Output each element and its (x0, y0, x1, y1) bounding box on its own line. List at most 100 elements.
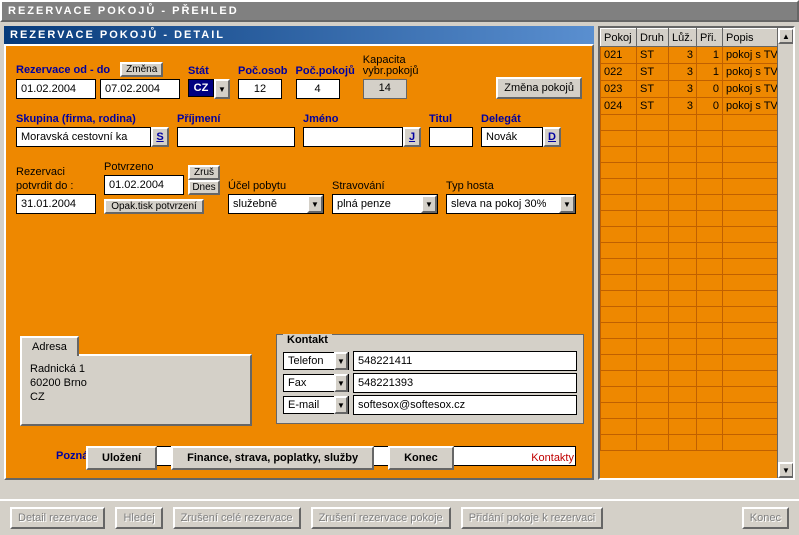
capacity-value: 14 (363, 79, 407, 99)
table-row[interactable] (601, 371, 793, 387)
change-dates-button[interactable]: Změna (120, 62, 163, 77)
table-row[interactable] (601, 419, 793, 435)
group-input[interactable] (16, 127, 151, 147)
vertical-scrollbar[interactable]: ▲ ▼ (777, 28, 793, 478)
delegate-input[interactable] (481, 127, 543, 147)
today-button[interactable]: Dnes (188, 180, 220, 195)
group-label: Skupina (firma, rodina) (16, 113, 169, 125)
email-input[interactable] (353, 395, 577, 415)
confirmed-label: Potvrzeno (104, 161, 184, 173)
date-from-input[interactable] (16, 79, 96, 99)
table-row[interactable] (601, 131, 793, 147)
table-row[interactable] (601, 147, 793, 163)
room-table[interactable]: PokojDruhLůž.Při.Popis 021ST31pokoj s TV… (600, 28, 793, 451)
stat-label: Stát (188, 65, 230, 77)
table-row[interactable] (601, 323, 793, 339)
footer-search-button[interactable]: Hledej (115, 507, 162, 529)
table-row[interactable] (601, 307, 793, 323)
table-row[interactable] (601, 195, 793, 211)
table-header[interactable]: Lůž. (669, 29, 697, 47)
chevron-down-icon[interactable]: ▼ (307, 195, 323, 213)
table-row[interactable] (601, 275, 793, 291)
change-rooms-button[interactable]: Změna pokojů (496, 77, 582, 99)
guest-type-select[interactable]: sleva na pokoj 30% ▼ (446, 194, 576, 214)
table-row[interactable] (601, 339, 793, 355)
table-row[interactable] (601, 435, 793, 451)
name-label: Jméno (303, 113, 421, 125)
table-row[interactable] (601, 403, 793, 419)
confirm-date-input[interactable] (16, 194, 96, 214)
rooms-input[interactable] (296, 79, 340, 99)
capacity-label2: vybr.pokojů (363, 65, 419, 77)
footer-cancel-all-button[interactable]: Zrušení celé rezervace (173, 507, 301, 529)
finance-button[interactable]: Finance, strava, poplatky, služby (171, 446, 374, 470)
save-button[interactable]: Uložení (86, 446, 157, 470)
address-line2: 60200 Brno (30, 376, 242, 390)
chevron-down-icon[interactable]: ▼ (421, 195, 437, 213)
confirm-label2: potvrdit do : (16, 180, 96, 192)
chevron-down-icon[interactable]: ▼ (334, 352, 348, 370)
title-label: Titul (429, 113, 473, 125)
table-row[interactable] (601, 227, 793, 243)
rooms-label: Poč.pokojů (296, 65, 355, 77)
group-s-button[interactable]: S (151, 127, 169, 147)
title-input[interactable] (429, 127, 473, 147)
delegate-d-button[interactable]: D (543, 127, 561, 147)
table-row[interactable]: 021ST31pokoj s TV, s (601, 47, 793, 64)
contact-panel: Kontakt Telefon▼ Fax▼ E-mail▼ (276, 334, 584, 424)
phone-input[interactable] (353, 351, 577, 371)
table-row[interactable] (601, 179, 793, 195)
table-header[interactable]: Při. (697, 29, 723, 47)
cancel-confirm-button[interactable]: Zruš (188, 165, 220, 180)
name-j-button[interactable]: J (403, 127, 421, 147)
chevron-down-icon[interactable]: ▼ (334, 396, 348, 414)
address-tab[interactable]: Adresa (20, 336, 79, 356)
fax-type-select[interactable]: Fax▼ (283, 374, 349, 392)
table-row[interactable] (601, 115, 793, 131)
address-line3: CZ (30, 390, 242, 404)
table-row[interactable]: 024ST30pokoj s TV, l (601, 98, 793, 115)
footer-detail-button[interactable]: Detail rezervace (10, 507, 105, 529)
table-row[interactable] (601, 259, 793, 275)
confirmed-date-input[interactable] (104, 175, 184, 195)
end-button[interactable]: Konec (388, 446, 454, 470)
guest-type-label: Typ hosta (446, 180, 576, 192)
table-row[interactable] (601, 163, 793, 179)
table-row[interactable] (601, 211, 793, 227)
scroll-up-icon[interactable]: ▲ (778, 28, 793, 44)
address-line1: Radnická 1 (30, 362, 242, 376)
room-table-panel: PokojDruhLůž.Při.Popis 021ST31pokoj s TV… (598, 26, 795, 480)
table-row[interactable]: 023ST30pokoj s TV, l (601, 81, 793, 98)
surname-input[interactable] (177, 127, 295, 147)
footer-end-button[interactable]: Konec (742, 507, 789, 529)
date-to-input[interactable] (100, 79, 180, 99)
persons-input[interactable] (238, 79, 282, 99)
chevron-down-icon[interactable]: ▼ (214, 79, 230, 99)
contacts-link[interactable]: Kontakty (531, 452, 574, 464)
reprint-confirm-button[interactable]: Opak.tisk potvrzení (104, 199, 204, 214)
surname-label: Příjmení (177, 113, 295, 125)
dates-label: Rezervace od - do (16, 64, 110, 76)
table-row[interactable] (601, 291, 793, 307)
stat-combo[interactable]: CZ ▼ (188, 79, 230, 99)
phone-type-select[interactable]: Telefon▼ (283, 352, 349, 370)
scroll-down-icon[interactable]: ▼ (778, 462, 793, 478)
table-header[interactable]: Pokoj (601, 29, 637, 47)
inner-window-title: REZERVACE POKOJŮ - DETAIL (4, 26, 594, 44)
footer-toolbar: Detail rezervace Hledej Zrušení celé rez… (0, 499, 799, 535)
table-row[interactable] (601, 387, 793, 403)
chevron-down-icon[interactable]: ▼ (334, 374, 348, 392)
name-input[interactable] (303, 127, 403, 147)
chevron-down-icon[interactable]: ▼ (559, 195, 575, 213)
table-row[interactable] (601, 355, 793, 371)
table-row[interactable]: 022ST31pokoj s TV, s (601, 64, 793, 81)
email-type-select[interactable]: E-mail▼ (283, 396, 349, 414)
footer-add-room-button[interactable]: Přidání pokoje k rezervaci (461, 507, 604, 529)
board-select[interactable]: plná penze ▼ (332, 194, 438, 214)
footer-cancel-room-button[interactable]: Zrušení rezervace pokoje (311, 507, 451, 529)
table-header[interactable]: Druh (637, 29, 669, 47)
table-row[interactable] (601, 243, 793, 259)
purpose-label: Účel pobytu (228, 180, 324, 192)
purpose-select[interactable]: služebně ▼ (228, 194, 324, 214)
fax-input[interactable] (353, 373, 577, 393)
